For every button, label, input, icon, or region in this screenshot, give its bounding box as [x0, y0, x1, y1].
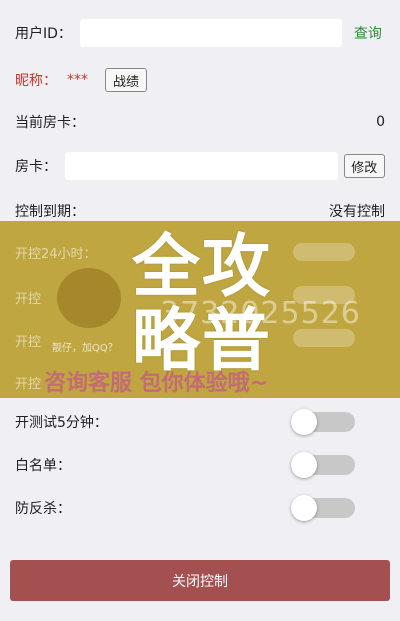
toggle-knob [291, 409, 317, 435]
current-card-row: 当前房卡： 0 [0, 100, 400, 144]
anti-kill-row: 防反杀： [0, 486, 400, 530]
anti-kill-toggle[interactable] [291, 495, 355, 521]
query-link[interactable]: 查询 [354, 23, 382, 43]
user-id-input[interactable] [79, 19, 342, 47]
overlay-toggle-24h [293, 243, 355, 261]
overlay-row-3: 开控 [15, 335, 42, 350]
expire-label: 控制到期： [15, 204, 85, 220]
user-id-label: 用户ID： [15, 26, 72, 42]
card-input[interactable] [65, 152, 338, 180]
record-button[interactable]: 战绩 [105, 68, 147, 92]
nickname-row: 昵称： *** 战绩 [0, 58, 400, 102]
current-card-label: 当前房卡： [15, 115, 85, 131]
cartoon-face-icon [57, 268, 121, 328]
test5-toggle[interactable] [291, 409, 355, 435]
overlay-row-4: 开控 [15, 377, 42, 392]
overlay-row-24h: 开控24小时： [15, 247, 97, 262]
toggle-knob [291, 495, 317, 521]
test5-row: 开测试5分钟： [0, 400, 400, 444]
nickname-label: 昵称： [15, 73, 57, 89]
card-row: 房卡： 修改 [0, 144, 400, 188]
expire-value: 没有控制 [329, 204, 385, 220]
whitelist-toggle[interactable] [291, 452, 355, 478]
overlay-toggle-3 [293, 329, 355, 347]
nickname-value: *** [67, 72, 88, 88]
face-caption: 靓仔，加QQ？ [52, 343, 118, 354]
test5-label: 开测试5分钟： [15, 415, 108, 431]
current-card-value: 0 [376, 114, 385, 130]
anti-kill-label: 防反杀： [15, 501, 71, 517]
close-control-button[interactable]: 关闭控制 [10, 560, 390, 601]
modify-button[interactable]: 修改 [343, 154, 385, 178]
card-label: 房卡： [15, 159, 57, 175]
big-text-line2: 略普 [132, 302, 273, 381]
overlay-row-2: 开控 [15, 292, 42, 307]
whitelist-row: 白名单： [0, 443, 400, 487]
big-text-line1: 全攻 [132, 228, 273, 307]
ad-overlay: 开控24小时： 开控 开控 开控 靓仔，加QQ？ 3732025526 咨询客服… [0, 221, 400, 398]
user-id-row: 用户ID： 查询 [0, 11, 400, 55]
toggle-knob [291, 452, 317, 478]
whitelist-label: 白名单： [15, 458, 71, 474]
